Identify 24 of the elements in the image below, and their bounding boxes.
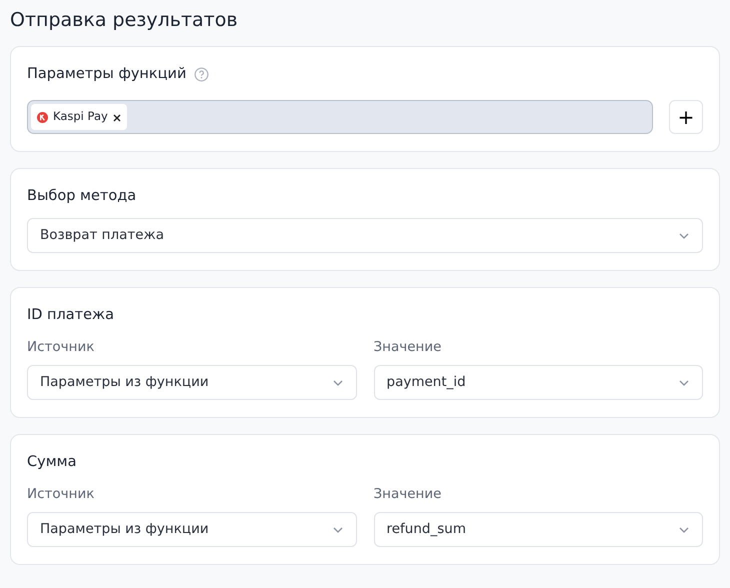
tag-input-field[interactable]: Kaspi Pay [27,100,653,134]
add-button[interactable]: + [669,100,703,134]
select-field[interactable]: payment_id [374,365,703,400]
field-label: Источник [27,485,96,504]
select-field[interactable]: Параметры из функции [27,365,356,400]
field-label: Источник [27,338,96,357]
chevron-icon [332,526,344,534]
tag-chip[interactable]: Kaspi Pay [31,104,127,130]
select-field[interactable]: Параметры из функции [27,512,356,547]
chevron-icon [332,378,344,386]
chevron-icon [678,378,690,386]
logo-icon [37,112,48,122]
section-heading: Сумма [27,453,78,472]
chevron-icon [678,526,690,534]
select-field[interactable]: refund_sum [374,512,703,547]
chevron-icon [678,232,690,240]
field-label: Значение [374,338,442,357]
page-title: Отправка результатов [10,8,239,33]
tag-label: Kaspi Pay [53,108,108,126]
section-heading: ID платежа [27,306,115,325]
select-field[interactable]: Возврат платежа [27,218,703,253]
field-label: Значение [374,485,442,504]
field-label: Параметры функций [27,65,186,84]
section-heading: Выбор метода [27,187,138,206]
